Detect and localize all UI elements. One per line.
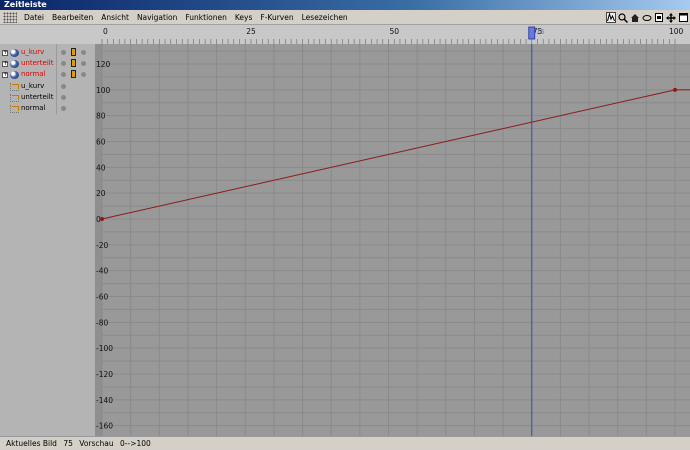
menu-keys[interactable]: Keys: [231, 10, 257, 25]
track-name: u_kurv: [21, 48, 45, 56]
menu-f-kurven[interactable]: F-Kurven: [256, 10, 297, 25]
y-tick-label: -160: [96, 422, 113, 431]
window-title: Zeitleiste: [4, 0, 47, 9]
curve-track-icon: [10, 82, 19, 91]
expand-icon[interactable]: +: [2, 49, 8, 56]
menu-funktionen[interactable]: Funktionen: [181, 10, 231, 25]
lock-icon[interactable]: [71, 48, 76, 56]
curve-track-icon: [10, 93, 19, 102]
grip-icon[interactable]: [3, 11, 17, 23]
preview-range: 0-->100: [120, 439, 151, 448]
menu-lesezeichen[interactable]: Lesezeichen: [298, 10, 352, 25]
object-icon: [10, 48, 19, 57]
menu-bar: Datei Bearbeiten Ansicht Navigation Funk…: [0, 10, 690, 25]
y-tick-label: -60: [96, 293, 108, 302]
track-row[interactable]: normal: [0, 103, 95, 114]
fcurve-mode-icon[interactable]: [606, 12, 616, 23]
current-frame-value: 75: [63, 439, 73, 448]
object-icon: [10, 59, 19, 68]
y-tick-label: -20: [96, 241, 108, 250]
visibility-dot-icon[interactable]: [61, 106, 66, 111]
window-icon[interactable]: [678, 12, 688, 23]
frame-icon[interactable]: [654, 12, 664, 23]
visibility-dot-icon[interactable]: [61, 84, 66, 89]
track-name: u_kurv: [21, 82, 45, 90]
window-title-bar[interactable]: Zeitleiste: [0, 0, 690, 10]
y-tick-label: -40: [96, 267, 108, 276]
playhead-handle: [528, 26, 536, 40]
object-icon: [10, 70, 19, 79]
track-row[interactable]: + unterteilt: [0, 58, 95, 69]
state-dot-icon[interactable]: [81, 72, 86, 77]
move-icon[interactable]: [666, 12, 676, 23]
track-row[interactable]: + u_kurv: [0, 47, 95, 58]
y-tick-label: 100: [96, 86, 111, 95]
track-name: normal: [21, 70, 46, 78]
zoom-icon[interactable]: [618, 12, 628, 23]
expand-icon[interactable]: +: [2, 60, 8, 67]
track-row[interactable]: + normal: [0, 69, 95, 80]
keyframe-point: [100, 217, 104, 221]
visibility-dot-icon[interactable]: [61, 72, 66, 77]
visibility-dot-icon[interactable]: [61, 50, 66, 55]
expand-icon[interactable]: +: [2, 71, 8, 78]
y-tick-label: 80: [96, 112, 106, 121]
y-tick-label: -80: [96, 318, 108, 327]
preview-label: Vorschau: [79, 439, 114, 448]
playhead-frame-label: 75: [536, 28, 545, 36]
menu-navigation[interactable]: Navigation: [133, 10, 181, 25]
menu-ansicht[interactable]: Ansicht: [97, 10, 133, 25]
track-list-panel: + u_kurv + unterteilt + normal u_kurv un…: [0, 44, 95, 436]
y-tick-label: -140: [96, 396, 113, 405]
track-name: unterteilt: [21, 59, 54, 67]
ruler-tick-label: 100: [669, 27, 684, 36]
y-tick-label: 20: [96, 189, 106, 198]
state-dot-icon[interactable]: [81, 61, 86, 66]
status-bar: Aktuelles Bild 75 Vorschau 0-->100: [0, 436, 690, 450]
menu-datei[interactable]: Datei: [20, 10, 48, 25]
state-dot-icon[interactable]: [81, 50, 86, 55]
menu-bearbeiten[interactable]: Bearbeiten: [48, 10, 97, 25]
y-tick-label: -120: [96, 370, 113, 379]
visibility-dot-icon[interactable]: [61, 95, 66, 100]
ruler-canvas: 0 25 50 75 10075: [95, 25, 690, 44]
track-name: unterteilt: [21, 93, 54, 101]
graph-canvas: 120100806040200-20-40-60-80-100-120-140-…: [95, 44, 690, 436]
track-row[interactable]: u_kurv: [0, 81, 95, 92]
y-tick-label: -100: [96, 344, 113, 353]
ruler-tick-label: 50: [390, 27, 400, 36]
y-tick-label: 60: [96, 138, 106, 147]
track-row[interactable]: unterteilt: [0, 92, 95, 103]
frame-ruler[interactable]: 0 25 50 75 100 75: [95, 25, 690, 44]
ruler-tick-label: 0: [103, 27, 108, 36]
y-tick-label: 40: [96, 163, 106, 172]
current-frame-label: Aktuelles Bild: [6, 439, 57, 448]
track-name: normal: [21, 104, 46, 112]
home-icon[interactable]: [630, 12, 640, 23]
y-tick-label: 120: [96, 60, 111, 69]
ellipse-icon[interactable]: [642, 12, 652, 23]
toolbar: [606, 10, 688, 25]
fcurve-graph[interactable]: 120 100 80 60 40 20 0 -20 -40 -60 -80 -100 -120 -140-…: [95, 44, 690, 436]
ruler-tick-label: 25: [246, 27, 256, 36]
lock-icon[interactable]: [71, 70, 76, 78]
curve-track-icon: [10, 104, 19, 113]
visibility-dot-icon[interactable]: [61, 61, 66, 66]
lock-icon[interactable]: [71, 59, 76, 67]
